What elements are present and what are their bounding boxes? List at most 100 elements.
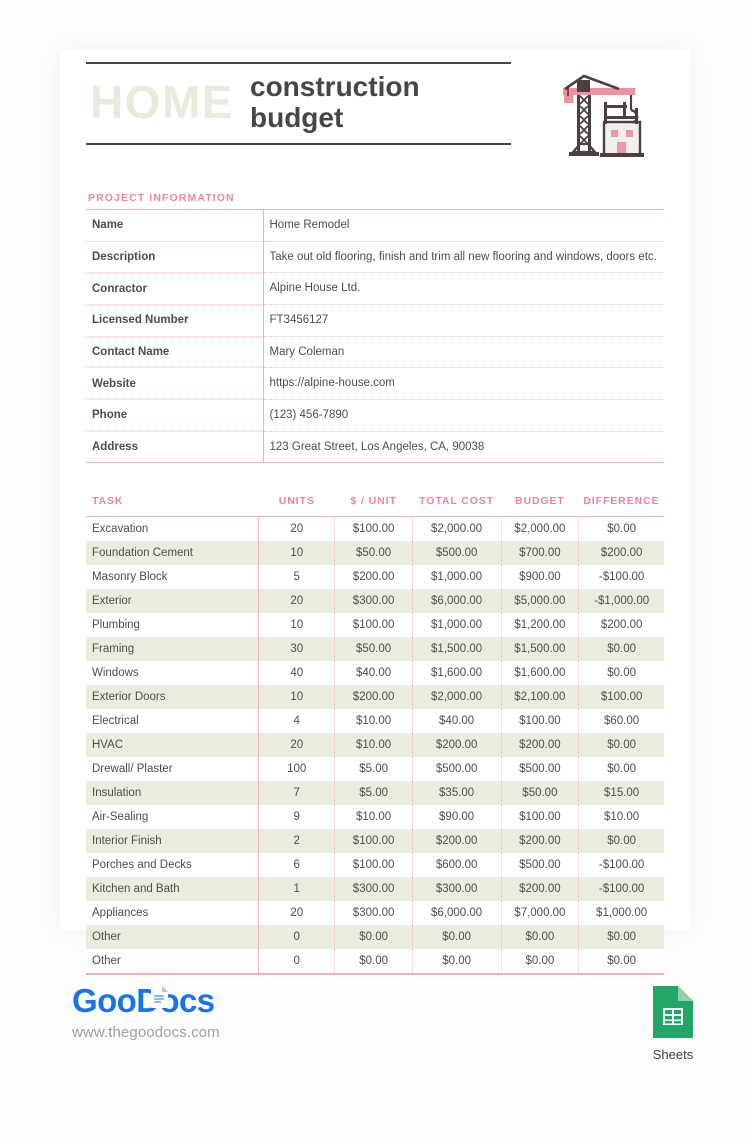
cell-difference[interactable]: $100.00 (578, 684, 664, 709)
cell-unit-cost[interactable]: $5.00 (334, 756, 413, 781)
cell-total-cost[interactable]: $90.00 (412, 804, 502, 829)
cell-difference[interactable]: $60.00 (579, 709, 664, 733)
cell-units[interactable]: 30 (258, 636, 336, 661)
goodocs-url[interactable]: www.thegoodocs.com (72, 1024, 220, 1041)
cell-total-cost[interactable]: $0.00 (412, 924, 502, 949)
cell-unit-cost[interactable]: $300.00 (334, 900, 413, 925)
cell-task[interactable]: Exterior Doors (86, 684, 259, 709)
cell-task[interactable]: Electrical (86, 708, 259, 733)
cell-budget[interactable]: $900.00 (501, 564, 580, 589)
cell-task[interactable]: Drewall/ Plaster (86, 756, 259, 781)
info-value-name[interactable]: Home Remodel (263, 210, 664, 242)
cell-difference[interactable]: -$1,000.00 (578, 588, 664, 613)
cell-difference[interactable]: $0.00 (579, 517, 664, 541)
cell-total-cost[interactable]: $2,000.00 (412, 684, 502, 709)
cell-unit-cost[interactable]: $100.00 (334, 828, 413, 853)
cell-unit-cost[interactable]: $40.00 (334, 660, 413, 685)
cell-units[interactable]: 20 (258, 900, 336, 925)
info-value-contact-name[interactable]: Mary Coleman (263, 336, 664, 368)
cell-unit-cost[interactable]: $300.00 (334, 588, 413, 613)
cell-total-cost[interactable]: $200.00 (412, 732, 502, 757)
cell-task[interactable]: Plumbing (86, 612, 259, 637)
cell-total-cost[interactable]: $1,600.00 (412, 660, 502, 685)
cell-budget[interactable]: $2,100.00 (501, 684, 580, 709)
column-header-units[interactable]: UNITS (259, 495, 335, 517)
column-header-total-cost[interactable]: TOTAL COST (412, 495, 501, 517)
cell-total-cost[interactable]: $500.00 (412, 540, 502, 565)
cell-units[interactable]: 7 (258, 780, 336, 805)
column-header-unit-cost[interactable]: $ / UNIT (335, 495, 412, 517)
cell-task[interactable]: HVAC (86, 732, 259, 757)
cell-unit-cost[interactable]: $0.00 (334, 948, 413, 973)
cell-budget[interactable]: $200.00 (501, 876, 580, 901)
cell-difference[interactable]: $200.00 (578, 540, 664, 565)
cell-task[interactable]: Exterior (86, 588, 259, 613)
cell-units[interactable]: 20 (258, 588, 336, 613)
cell-unit-cost[interactable]: $300.00 (334, 876, 413, 901)
cell-budget[interactable]: $1,600.00 (501, 660, 580, 685)
cell-task[interactable]: Kitchen and Bath (86, 876, 259, 901)
cell-budget[interactable]: $50.00 (501, 780, 580, 805)
cell-unit-cost[interactable]: $50.00 (334, 636, 413, 661)
cell-units[interactable]: 9 (258, 804, 336, 829)
cell-task[interactable]: Foundation Cement (86, 540, 259, 565)
cell-difference[interactable]: -$100.00 (578, 876, 664, 901)
cell-total-cost[interactable]: $500.00 (412, 756, 502, 781)
cell-difference[interactable]: $0.00 (578, 924, 664, 949)
cell-budget[interactable]: $2,000.00 (501, 516, 580, 541)
cell-task[interactable]: Masonry Block (86, 564, 259, 589)
cell-total-cost[interactable]: $0.00 (412, 948, 502, 973)
cell-task[interactable]: Interior Finish (86, 828, 259, 853)
info-value-licensed-number[interactable]: FT3456127 (263, 305, 664, 337)
cell-budget[interactable]: $100.00 (501, 708, 580, 733)
cell-unit-cost[interactable]: $100.00 (334, 516, 413, 541)
cell-total-cost[interactable]: $1,000.00 (412, 612, 502, 637)
cell-difference[interactable]: -$100.00 (579, 565, 664, 589)
cell-difference[interactable]: $15.00 (578, 780, 664, 805)
column-header-task[interactable]: TASK (86, 495, 259, 517)
cell-task[interactable]: Framing (86, 636, 259, 661)
cell-unit-cost[interactable]: $50.00 (334, 540, 413, 565)
info-value-description[interactable]: Take out old flooring, finish and trim a… (263, 241, 664, 273)
cell-unit-cost[interactable]: $10.00 (334, 804, 413, 829)
cell-unit-cost[interactable]: $200.00 (334, 564, 413, 589)
cell-total-cost[interactable]: $600.00 (412, 852, 502, 877)
cell-unit-cost[interactable]: $10.00 (334, 708, 413, 733)
info-value-phone[interactable]: (123) 456-7890 (263, 400, 664, 432)
cell-budget[interactable]: $0.00 (501, 948, 580, 973)
cell-total-cost[interactable]: $6,000.00 (412, 900, 502, 925)
cell-units[interactable]: 10 (258, 684, 336, 709)
cell-units[interactable]: 20 (258, 732, 336, 757)
cell-budget[interactable]: $500.00 (501, 852, 580, 877)
cell-units[interactable]: 5 (258, 564, 336, 589)
cell-units[interactable]: 0 (258, 924, 336, 949)
cell-task[interactable]: Insulation (86, 780, 259, 805)
cell-difference[interactable]: $0.00 (579, 661, 664, 685)
cell-budget[interactable]: $700.00 (501, 540, 580, 565)
cell-total-cost[interactable]: $35.00 (412, 780, 502, 805)
cell-difference[interactable]: -$100.00 (579, 853, 664, 877)
cell-difference[interactable]: $200.00 (579, 613, 664, 637)
cell-budget[interactable]: $5,000.00 (501, 588, 580, 613)
cell-task[interactable]: Other (86, 948, 259, 973)
cell-task[interactable]: Porches and Decks (86, 852, 259, 877)
cell-total-cost[interactable]: $1,000.00 (412, 564, 502, 589)
cell-difference[interactable]: $0.00 (578, 732, 664, 757)
cell-units[interactable]: 4 (258, 708, 336, 733)
cell-budget[interactable]: $0.00 (501, 924, 580, 949)
cell-difference[interactable]: $0.00 (578, 828, 664, 853)
cell-unit-cost[interactable]: $100.00 (334, 852, 413, 877)
cell-task[interactable]: Windows (86, 660, 259, 685)
cell-units[interactable]: 40 (258, 660, 336, 685)
cell-budget[interactable]: $1,200.00 (501, 612, 580, 637)
cell-budget[interactable]: $7,000.00 (501, 900, 580, 925)
column-header-budget[interactable]: BUDGET (501, 495, 579, 517)
cell-total-cost[interactable]: $300.00 (412, 876, 502, 901)
cell-units[interactable]: 100 (258, 756, 336, 781)
cell-difference[interactable]: $0.00 (579, 949, 664, 973)
column-header-difference[interactable]: DIFFERENCE (579, 495, 664, 517)
cell-budget[interactable]: $200.00 (501, 732, 580, 757)
cell-units[interactable]: 6 (258, 852, 336, 877)
cell-units[interactable]: 10 (258, 612, 336, 637)
cell-difference[interactable]: $10.00 (579, 805, 664, 829)
